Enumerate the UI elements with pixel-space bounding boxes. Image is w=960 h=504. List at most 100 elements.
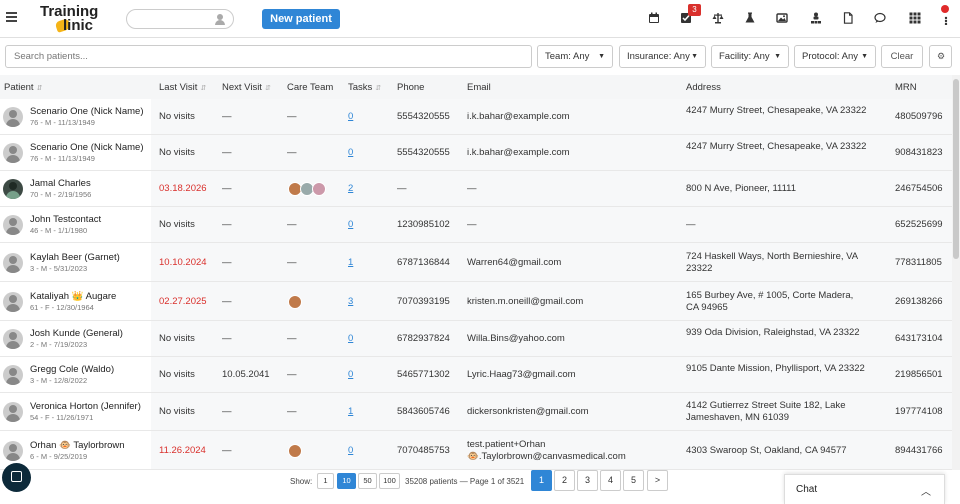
tasks-count-link[interactable]: 0 (348, 111, 353, 122)
phone: 7070485753 (397, 445, 450, 456)
apps-grid-icon[interactable] (909, 12, 921, 24)
table-row[interactable]: Scenario One (Nick Name) 76 - M - 11/13/1… (0, 99, 952, 135)
clear-filters-button[interactable]: Clear (881, 45, 923, 68)
next-visit: — (222, 406, 232, 417)
patient-cell[interactable]: Kaylah Beer (Garnet) 3 - M - 5/31/2023 (0, 243, 151, 281)
page-size-100[interactable]: 100 (379, 473, 400, 489)
patient-cell[interactable]: Veronica Horton (Jennifer) 54 - F - 11/26… (0, 393, 151, 430)
protocol-filter-dropdown[interactable]: Protocol: Any ▼ (794, 45, 876, 68)
insurance-filter-dropdown[interactable]: Insurance: Any ▼ (619, 45, 706, 68)
tasks-count-link[interactable]: 0 (348, 333, 353, 344)
chevron-up-icon[interactable]: ︿ (921, 483, 931, 498)
app-logo[interactable]: Training linic (40, 3, 102, 34)
facility-filter-dropdown[interactable]: Facility: Any ▼ (711, 45, 789, 68)
patient-name[interactable]: Gregg Cole (Waldo) (30, 364, 114, 375)
page-button-3[interactable]: 3 (577, 470, 598, 491)
table-row[interactable]: Jamal Charles 70 - M - 2/19/1956 03.18.202… (0, 171, 952, 207)
chat-panel-collapsed[interactable]: Chat ︿ (784, 474, 945, 504)
patient-cell[interactable]: Gregg Cole (Waldo) 3 - M - 12/8/2022 (0, 357, 151, 392)
settings-button[interactable]: ⚙ (929, 45, 952, 68)
patient-demographics: 2 - M - 7/19/2023 (30, 340, 88, 349)
patient-cell[interactable]: Scenario One (Nick Name) 76 - M - 11/13/1… (0, 135, 151, 170)
table-row[interactable]: Gregg Cole (Waldo) 3 - M - 12/8/2022 No vi… (0, 357, 952, 393)
flask-icon[interactable] (744, 12, 756, 24)
scrollbar-thumb[interactable] (953, 79, 959, 259)
patient-cell[interactable]: John Testcontact 46 - M - 1/1/1980 (0, 207, 151, 242)
next-visit: — (222, 257, 232, 268)
page-button-5[interactable]: 5 (623, 470, 644, 491)
team-filter-dropdown[interactable]: Team: Any ▼ (537, 45, 613, 68)
new-patient-button[interactable]: New patient (262, 9, 340, 29)
patient-name[interactable]: Kaylah Beer (Garnet) (30, 252, 120, 263)
message-icon (11, 471, 22, 482)
tasks-count-link[interactable]: 2 (348, 183, 353, 194)
table-row[interactable]: Veronica Horton (Jennifer) 54 - F - 11/26… (0, 393, 952, 431)
page-size-1[interactable]: 1 (317, 473, 334, 489)
logo-text-line2: linic (63, 17, 94, 34)
page-button-2[interactable]: 2 (554, 470, 575, 491)
tasks-count-link[interactable]: 0 (348, 147, 353, 158)
tasks-count-link[interactable]: 1 (348, 406, 353, 417)
tasks-count-link[interactable]: 0 (348, 369, 353, 380)
support-chat-button[interactable] (2, 463, 31, 492)
org-chart-icon[interactable] (810, 12, 822, 24)
calendar-icon[interactable] (648, 12, 660, 24)
table-row[interactable]: Kaylah Beer (Garnet) 3 - M - 5/31/2023 10.… (0, 243, 952, 282)
address: 9105 Dante Mission, Phyllisport, VA 2332… (686, 363, 865, 374)
tasks-count-link[interactable]: 0 (348, 445, 353, 456)
kebab-menu-icon[interactable] (940, 13, 952, 25)
email: — (467, 219, 477, 230)
document-icon[interactable] (842, 12, 854, 24)
care-team-avatars[interactable] (288, 182, 326, 199)
column-header-last-visit[interactable]: Last Visit ⇵ (159, 82, 206, 93)
page-button-4[interactable]: 4 (600, 470, 621, 491)
column-header-patient[interactable]: Patient ⇵ (4, 82, 42, 93)
scale-icon[interactable] (712, 12, 724, 24)
avatar (3, 329, 23, 349)
table-row[interactable]: John Testcontact 46 - M - 1/1/1980 No visi… (0, 207, 952, 243)
next-page-button[interactable]: > (647, 470, 668, 491)
patient-name[interactable]: John Testcontact (30, 214, 101, 225)
patient-cell[interactable]: Josh Kunde (General) 2 - M - 7/19/2023 (0, 321, 151, 356)
patient-name[interactable]: Josh Kunde (General) (30, 328, 123, 339)
image-icon[interactable] (776, 12, 788, 24)
page-size-10[interactable]: 10 (337, 473, 356, 489)
address: 724 Haskell Ways, North Bernieshire, VA … (686, 251, 858, 274)
care-team-avatar[interactable] (312, 182, 326, 196)
table-row[interactable]: Josh Kunde (General) 2 - M - 7/19/2023 No … (0, 321, 952, 357)
table-row[interactable]: Orhan 🐵 Taylorbrown 6 - M - 9/25/2019 11.2… (0, 431, 952, 470)
global-patient-search[interactable] (126, 9, 234, 29)
patient-name[interactable]: Kataliyah 👑 Augare (30, 291, 116, 302)
column-header-next-visit[interactable]: Next Visit ⇵ (222, 82, 271, 93)
care-team-avatar[interactable] (288, 295, 302, 309)
patient-name[interactable]: Jamal Charles (30, 178, 91, 189)
tasks-count-link[interactable]: 3 (348, 296, 353, 307)
patient-name[interactable]: Scenario One (Nick Name) (30, 142, 144, 153)
tasks-count-link[interactable]: 0 (348, 219, 353, 230)
table-row[interactable]: Scenario One (Nick Name) 76 - M - 11/13/1… (0, 135, 952, 171)
care-team-avatar[interactable] (288, 444, 302, 458)
care-team-avatars[interactable] (288, 295, 302, 312)
table-row[interactable]: Kataliyah 👑 Augare 61 - F - 12/30/1964 02.… (0, 282, 952, 321)
patient-cell[interactable]: Orhan 🐵 Taylorbrown 6 - M - 9/25/2019 (0, 431, 151, 469)
chat-bubble-icon[interactable] (874, 12, 886, 24)
search-patients-input[interactable] (5, 45, 532, 68)
patient-name[interactable]: Veronica Horton (Jennifer) (30, 401, 141, 412)
avatar (3, 253, 23, 273)
avatar (3, 215, 23, 235)
patient-cell[interactable]: Kataliyah 👑 Augare 61 - F - 12/30/1964 (0, 282, 151, 320)
care-team-avatars[interactable] (288, 444, 302, 461)
patient-cell[interactable]: Scenario One (Nick Name) 76 - M - 11/13/1… (0, 99, 151, 134)
mrn: 197774108 (895, 406, 943, 417)
patient-cell[interactable]: Jamal Charles 70 - M - 2/19/1956 (0, 171, 151, 206)
page-size-50[interactable]: 50 (358, 473, 377, 489)
page-button-1[interactable]: 1 (531, 470, 552, 491)
table-scrollbar[interactable] (952, 75, 960, 470)
patient-name[interactable]: Orhan 🐵 Taylorbrown (30, 440, 125, 451)
hamburger-menu-icon[interactable] (6, 12, 17, 22)
phone: 6782937824 (397, 333, 450, 344)
patient-name[interactable]: Scenario One (Nick Name) (30, 106, 144, 117)
tasks-count-link[interactable]: 1 (348, 257, 353, 268)
sort-icon: ⇵ (36, 85, 43, 92)
column-header-tasks[interactable]: Tasks ⇵ (348, 82, 381, 93)
